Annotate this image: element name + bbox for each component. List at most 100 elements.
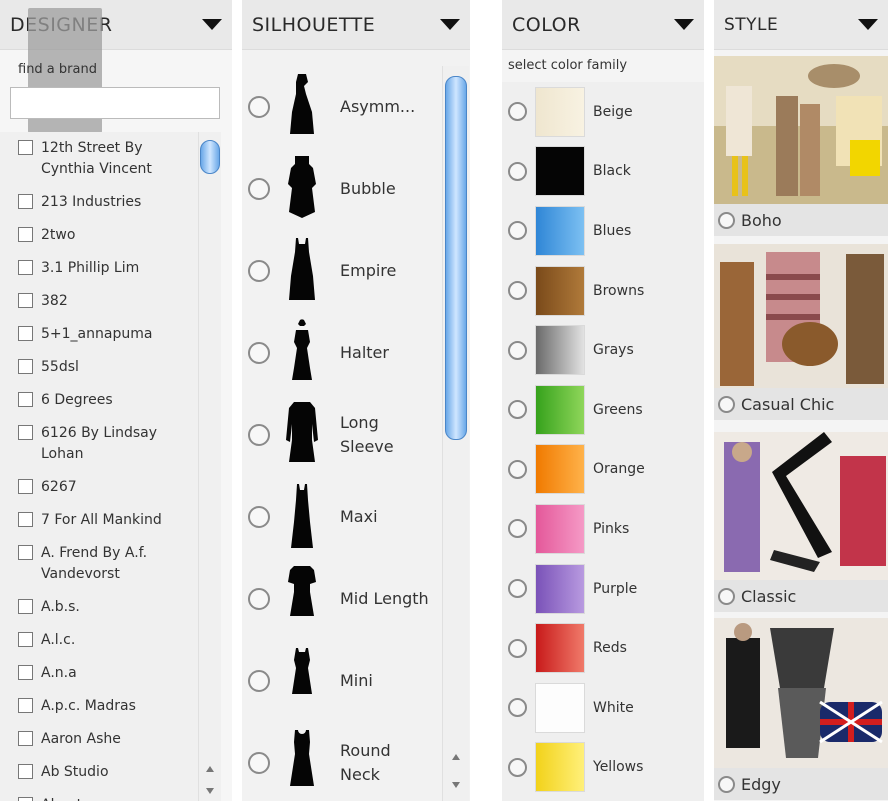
color-item[interactable]: Pinks [502,499,704,559]
brand-checkbox[interactable] [18,227,33,242]
scroll-down-icon[interactable] [452,782,460,788]
color-radio[interactable] [508,281,527,301]
color-item[interactable]: Blues [502,201,704,261]
brand-item[interactable]: 7 For All Mankind [0,504,198,537]
silhouette-item[interactable]: Empire [242,230,442,312]
color-radio[interactable] [508,579,527,599]
brand-item[interactable]: Abaete [0,789,198,801]
silhouette-header[interactable]: SILHOUETTE [242,0,470,50]
brand-search-input[interactable] [10,87,220,119]
style-image[interactable] [714,244,888,388]
color-swatch[interactable] [535,146,585,197]
brand-item[interactable]: 6 Degrees [0,384,198,417]
silhouette-item[interactable]: Halter [242,312,442,394]
brand-checkbox[interactable] [18,359,33,374]
silhouette-radio[interactable] [248,424,270,446]
silhouette-item[interactable]: Long Sleeve [242,394,442,476]
brand-item[interactable]: 5+1_annapuma [0,318,198,351]
brand-item[interactable]: A.b.s. [0,591,198,624]
color-item[interactable]: Orange [502,440,704,500]
color-radio[interactable] [508,221,527,241]
style-option[interactable]: Edgy [714,768,888,800]
brand-checkbox[interactable] [18,731,33,746]
color-radio[interactable] [508,519,527,539]
color-item[interactable]: Greens [502,380,704,440]
brand-item[interactable]: A. Frend By A.f. Vandevorst [0,537,198,591]
brand-checkbox[interactable] [18,479,33,494]
color-radio[interactable] [508,102,527,122]
color-swatch[interactable] [535,444,585,495]
brand-checkbox[interactable] [18,293,33,308]
style-header[interactable]: STYLE [714,0,888,50]
silhouette-radio[interactable] [248,670,270,692]
brand-item[interactable]: 213 Industries [0,186,198,219]
chevron-down-icon[interactable] [202,19,222,30]
color-swatch[interactable] [535,325,585,376]
color-radio[interactable] [508,638,527,658]
brand-item[interactable]: A.l.c. [0,624,198,657]
color-item[interactable]: Purple [502,559,704,619]
brand-checkbox[interactable] [18,140,33,155]
brand-checkbox[interactable] [18,425,33,440]
color-item[interactable]: Browns [502,261,704,321]
silhouette-radio[interactable] [248,506,270,528]
chevron-down-icon[interactable] [440,19,460,30]
color-item[interactable]: Beige [502,82,704,142]
color-radio[interactable] [508,698,527,718]
brand-item[interactable]: 2two [0,219,198,252]
silhouette-radio[interactable] [248,178,270,200]
silhouette-radio[interactable] [248,588,270,610]
color-swatch[interactable] [535,742,585,793]
brand-checkbox[interactable] [18,665,33,680]
brand-item[interactable]: A.p.c. Madras [0,690,198,723]
color-item[interactable]: White [502,678,704,738]
chevron-down-icon[interactable] [674,19,694,30]
style-tile[interactable]: Classic [714,432,888,612]
style-option[interactable]: Classic [714,580,888,612]
color-swatch[interactable] [535,503,585,554]
brand-item[interactable]: 6126 By Lindsay Lohan [0,417,198,471]
style-radio[interactable] [718,775,735,793]
color-swatch[interactable] [535,682,585,733]
brand-checkbox[interactable] [18,512,33,527]
silhouette-item[interactable]: Maxi [242,476,442,558]
style-image[interactable] [714,432,888,580]
color-swatch[interactable] [535,563,585,614]
brand-checkbox[interactable] [18,326,33,341]
brand-checkbox[interactable] [18,698,33,713]
style-radio[interactable] [718,395,735,413]
color-radio[interactable] [508,757,527,777]
silhouette-item[interactable]: Mini [242,640,442,722]
style-tile[interactable]: Edgy [714,618,888,800]
brand-item[interactable]: Ab Studio [0,756,198,789]
silhouette-item[interactable]: Asymm... [242,66,442,148]
brand-item[interactable]: 3.1 Phillip Lim [0,252,198,285]
silhouette-item[interactable]: Bubble [242,148,442,230]
color-header[interactable]: COLOR [502,0,704,50]
color-swatch[interactable] [535,86,585,137]
brand-checkbox[interactable] [18,632,33,647]
color-item[interactable]: Reds [502,618,704,678]
color-swatch[interactable] [535,623,585,674]
brand-checkbox[interactable] [18,764,33,779]
style-option[interactable]: Casual Chic [714,388,888,420]
scroll-down-icon[interactable] [206,788,214,794]
color-item[interactable]: Yellows [502,738,704,798]
color-radio[interactable] [508,400,527,420]
brand-item[interactable]: 12th Street By Cynthia Vincent [0,132,198,186]
brand-item[interactable]: A.n.a [0,657,198,690]
brand-scroll-thumb[interactable] [200,140,220,174]
style-radio[interactable] [718,587,735,605]
silhouette-item[interactable]: Mid Length [242,558,442,640]
color-radio[interactable] [508,161,527,181]
scroll-up-icon[interactable] [206,766,214,772]
brand-item[interactable]: 382 [0,285,198,318]
color-radio[interactable] [508,340,527,360]
style-option[interactable]: Boho [714,204,888,236]
brand-checkbox[interactable] [18,194,33,209]
color-radio[interactable] [508,459,527,479]
color-swatch[interactable] [535,265,585,316]
brand-list-scrollbar[interactable] [198,132,221,801]
style-image[interactable] [714,618,888,768]
silhouette-radio[interactable] [248,96,270,118]
